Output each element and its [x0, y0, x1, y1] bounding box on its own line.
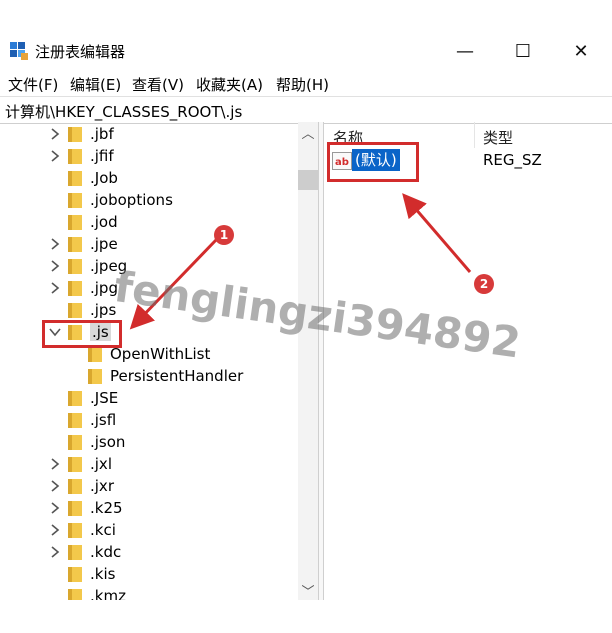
tree-item-label: .jfif: [90, 147, 114, 165]
close-button[interactable]: ✕: [558, 34, 604, 68]
folder-icon: [68, 171, 82, 186]
regedit-app-icon: [10, 42, 28, 60]
folder-icon: [68, 413, 82, 428]
tree-item-label: .JSE: [90, 389, 119, 407]
tree-item[interactable]: .jsfl: [0, 410, 298, 432]
folder-icon: [68, 523, 82, 538]
folder-icon: [68, 391, 82, 406]
menu-bar: 文件(F) 编辑(E) 查看(V) 收藏夹(A) 帮助(H): [0, 72, 612, 96]
folder-icon: [68, 501, 82, 516]
tree-item[interactable]: .jod: [0, 212, 298, 234]
chevron-right-icon[interactable]: [48, 281, 62, 295]
annotation-badge-2: 2: [474, 274, 494, 294]
tree-item-label: .jod: [90, 213, 118, 231]
annotation-badge-1: 1: [214, 225, 234, 245]
chevron-right-icon[interactable]: [48, 545, 62, 559]
tree-item-label: .k25: [90, 499, 123, 517]
tree-item[interactable]: .kdc: [0, 542, 298, 564]
tree-item[interactable]: .jfif: [0, 146, 298, 168]
folder-icon: [68, 281, 82, 296]
chevron-right-icon[interactable]: [48, 479, 62, 493]
folder-icon: [88, 369, 102, 384]
tree-item-label: .kis: [90, 565, 116, 583]
folder-icon: [68, 479, 82, 494]
menu-file[interactable]: 文件(F): [8, 74, 58, 95]
folder-icon: [68, 149, 82, 164]
chevron-right-icon[interactable]: [48, 501, 62, 515]
maximize-button[interactable]: ☐: [500, 34, 546, 68]
tree-item-label: .jpe: [90, 235, 118, 253]
folder-icon: [68, 259, 82, 274]
window-title: 注册表编辑器: [35, 43, 126, 61]
chevron-right-icon[interactable]: [48, 457, 62, 471]
tree-item-label: .jsfl: [90, 411, 117, 429]
scroll-up-icon[interactable]: ︿: [298, 122, 318, 142]
tree-item[interactable]: .kci: [0, 520, 298, 542]
menu-view[interactable]: 查看(V): [132, 74, 184, 95]
tree-item[interactable]: .kis: [0, 564, 298, 586]
tree-item-label: .kdc: [90, 543, 122, 561]
chevron-right-icon[interactable]: [48, 259, 62, 273]
registry-tree: .jbf .jfif .Job .joboptions .jod .jpe .jpeg .jp…: [0, 122, 318, 600]
tree-item[interactable]: PersistentHandler: [0, 366, 298, 388]
chevron-right-icon[interactable]: [48, 127, 62, 141]
folder-icon: [68, 435, 82, 450]
tree-scrollbar[interactable]: ︿ ﹀: [298, 122, 318, 600]
tree-item[interactable]: .Job: [0, 168, 298, 190]
tree-item-label: PersistentHandler: [110, 367, 244, 385]
folder-icon: [68, 193, 82, 208]
address-path[interactable]: 计算机\HKEY_CLASSES_ROOT\.js: [5, 101, 242, 122]
tree-item-label: .jbf: [90, 125, 114, 143]
tree-item[interactable]: .jpe: [0, 234, 298, 256]
chevron-right-icon[interactable]: [48, 237, 62, 251]
tree-item-label: OpenWithList: [110, 345, 211, 363]
folder-icon: [68, 127, 82, 142]
tree-item[interactable]: .jxl: [0, 454, 298, 476]
column-header-type[interactable]: 类型: [483, 127, 513, 148]
folder-icon: [68, 303, 82, 318]
tree-item-label: .kci: [90, 521, 116, 539]
tree-item[interactable]: .jxr: [0, 476, 298, 498]
menu-help[interactable]: 帮助(H): [276, 74, 329, 95]
value-type: REG_SZ: [483, 151, 542, 169]
values-list: 名称 类型 ab (默认) REG_SZ: [324, 122, 612, 600]
folder-icon: [68, 215, 82, 230]
folder-icon: [68, 457, 82, 472]
minimize-button[interactable]: —: [442, 34, 488, 68]
address-bar[interactable]: 计算机\HKEY_CLASSES_ROOT\.js: [0, 96, 612, 124]
column-separator[interactable]: [474, 122, 475, 148]
title-bar: 注册表编辑器 — ☐ ✕: [0, 32, 612, 70]
chevron-right-icon[interactable]: [48, 149, 62, 163]
tree-item-label: .jxr: [90, 477, 114, 495]
tree-item-label: .Job: [90, 169, 118, 187]
tree-item[interactable]: .json: [0, 432, 298, 454]
menu-edit[interactable]: 编辑(E): [70, 74, 121, 95]
folder-icon: [68, 545, 82, 560]
folder-icon: [68, 237, 82, 252]
scroll-thumb[interactable]: [298, 170, 318, 190]
menu-favorites[interactable]: 收藏夹(A): [196, 74, 263, 95]
highlight-box-default: [327, 142, 419, 182]
tree-item-label: .joboptions: [90, 191, 173, 209]
tree-item-label: .jxl: [90, 455, 112, 473]
tree-item[interactable]: .k25: [0, 498, 298, 520]
folder-icon: [68, 567, 82, 582]
chevron-right-icon[interactable]: [48, 523, 62, 537]
scroll-down-icon[interactable]: ﹀: [298, 580, 318, 600]
tree-item[interactable]: .joboptions: [0, 190, 298, 212]
folder-icon: [88, 347, 102, 362]
highlight-box-js: [42, 320, 122, 348]
tree-item-label: .json: [90, 433, 126, 451]
tree-item-label: .kmz: [90, 587, 126, 600]
folder-icon: [68, 589, 82, 600]
tree-item[interactable]: .JSE: [0, 388, 298, 410]
tree-item[interactable]: .kmz: [0, 586, 298, 600]
tree-item[interactable]: .jbf: [0, 124, 298, 146]
